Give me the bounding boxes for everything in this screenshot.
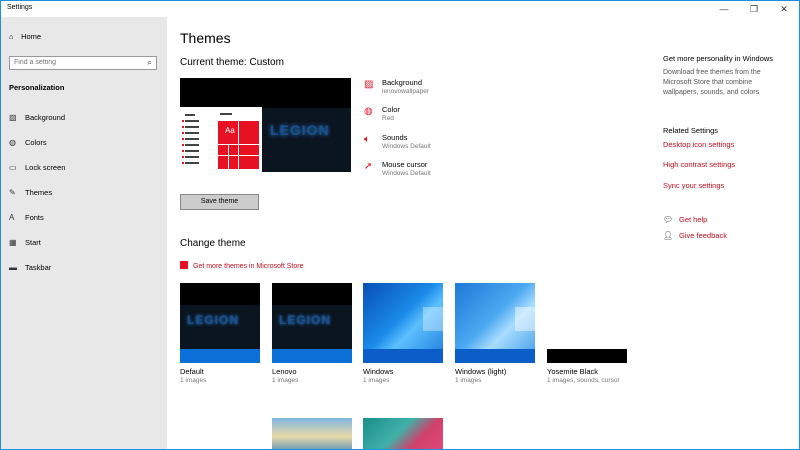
home-link[interactable]: ⌂ Home xyxy=(9,32,41,41)
home-icon: ⌂ xyxy=(9,32,14,41)
feedback-person-icon: 👤︎ xyxy=(663,231,674,240)
sidebar-item-label: Colors xyxy=(25,138,47,147)
get-help-link[interactable]: 💬︎ Get help xyxy=(663,215,707,224)
related-settings-title: Related Settings xyxy=(663,126,719,135)
search-box[interactable]: ⌕ xyxy=(9,56,157,70)
sidebar: ⌂ Home ⌕ Personalization ▨ Background ◍ Co… xyxy=(1,17,167,449)
theme-tile-lenovo[interactable]: LEGION Lenovo 1 images xyxy=(272,283,352,384)
give-feedback-label: Give feedback xyxy=(679,231,727,240)
preview-window: Aa xyxy=(180,107,262,172)
preview-tile-text: Aa xyxy=(225,126,235,135)
palette-icon: ◍ xyxy=(364,106,373,117)
picture-icon: ▨ xyxy=(9,113,17,122)
property-value: Red xyxy=(382,115,394,122)
maximize-button[interactable]: ❐ xyxy=(739,1,769,17)
theme-name: Windows xyxy=(363,367,394,376)
theme-name: Yosemite Black xyxy=(547,367,598,376)
save-theme-button[interactable]: Save theme xyxy=(180,194,259,210)
theme-thumbnail xyxy=(455,283,535,363)
theme-subtitle: 1 images xyxy=(455,377,482,384)
theme-subtitle: 1 images, sounds, cursor xyxy=(547,377,620,384)
sidebar-item-label: Start xyxy=(25,238,41,247)
sidebar-item-taskbar[interactable]: ▬ Taskbar xyxy=(9,263,51,272)
related-settings: Related Settings xyxy=(663,126,718,135)
help-chat-icon: 💬︎ xyxy=(663,215,674,224)
theme-subtitle: 1 images xyxy=(363,377,390,384)
property-value: lenovowallpaper xyxy=(382,88,429,95)
sidebar-item-themes[interactable]: ✎ Themes xyxy=(9,188,52,197)
sidebar-item-label: Background xyxy=(25,113,66,122)
search-icon[interactable]: ⌕ xyxy=(148,58,152,68)
section-title: Personalization xyxy=(9,83,65,92)
taskbar-icon: ▬ xyxy=(9,263,17,272)
property-title: Color xyxy=(382,105,400,114)
property-title: Mouse cursor xyxy=(382,160,428,169)
current-theme-heading: Current theme: Custom xyxy=(180,57,284,68)
store-link[interactable]: Get more themes in Microsoft Store xyxy=(180,261,303,270)
minimize-button[interactable]: — xyxy=(709,1,739,17)
property-value: Windows Default xyxy=(382,143,431,150)
theme-name: Default xyxy=(180,367,204,376)
theme-subtitle: 1 images xyxy=(180,377,207,384)
theme-preview: Aa LEGION xyxy=(180,78,351,172)
sidebar-item-background[interactable]: ▨ Background xyxy=(9,113,65,122)
sidebar-item-label: Lock screen xyxy=(25,163,66,172)
theme-tile-windows[interactable]: Windows 1 images xyxy=(363,283,443,384)
give-feedback-link[interactable]: 👤︎ Give feedback xyxy=(663,231,727,240)
change-theme-heading: Change theme xyxy=(180,238,246,249)
store-link-label: Get more themes in Microsoft Store xyxy=(193,263,304,270)
thumbnail-wallpaper-text: LEGION xyxy=(279,313,332,327)
theme-thumbnail: LEGION xyxy=(272,283,352,363)
theme-tile-partial[interactable] xyxy=(272,418,352,449)
home-label: Home xyxy=(21,32,42,41)
property-title: Sounds xyxy=(382,133,408,142)
property-title: Background xyxy=(382,78,423,87)
theme-subtitle: 1 images xyxy=(272,377,299,384)
theme-tile-windows-light[interactable]: Windows (light) 1 images xyxy=(455,283,535,384)
page-title: Themes xyxy=(180,30,231,46)
personality-description: Download free themes from the Microsoft … xyxy=(663,69,761,96)
theme-tile-yosemite-black[interactable]: Yosemite Black 1 images, sounds, cursor xyxy=(547,283,627,384)
sidebar-item-label: Fonts xyxy=(25,213,44,222)
sidebar-item-fonts[interactable]: A Fonts xyxy=(9,213,44,222)
window-title: Settings xyxy=(7,4,33,11)
sidebar-item-label: Taskbar xyxy=(25,263,52,272)
main-content: Themes Current theme: Custom Aa LEGION ▨… xyxy=(167,17,799,449)
palette-icon: ◍ xyxy=(9,138,16,147)
desktop-icon-settings-link[interactable]: Desktop icon settings xyxy=(663,140,734,149)
store-bag-icon xyxy=(180,261,188,269)
lock-screen-icon: ▭ xyxy=(9,163,17,172)
font-icon: A xyxy=(9,213,15,222)
title-bar: Settings — ❐ ✕ xyxy=(1,1,799,17)
sidebar-item-start[interactable]: ▦ Start xyxy=(9,238,41,247)
theme-tile-default[interactable]: LEGION Default 1 images xyxy=(180,283,260,384)
preview-wallpaper-text: LEGION xyxy=(270,122,330,138)
speaker-icon: 🔈︎ xyxy=(364,134,370,145)
close-button[interactable]: ✕ xyxy=(769,1,799,17)
theme-name: Windows (light) xyxy=(455,367,507,376)
theme-name: Lenovo xyxy=(272,367,297,376)
sidebar-item-label: Themes xyxy=(25,188,53,197)
high-contrast-settings-link[interactable]: High contrast settings xyxy=(663,160,735,169)
sidebar-item-lock-screen[interactable]: ▭ Lock screen xyxy=(9,163,65,172)
cursor-icon: ➚ xyxy=(364,161,373,172)
theme-tile-partial[interactable] xyxy=(363,418,443,449)
start-icon: ▦ xyxy=(9,238,17,247)
thumbnail-wallpaper-text: LEGION xyxy=(187,313,240,327)
sync-settings-link[interactable]: Sync your settings xyxy=(663,181,724,190)
get-help-label: Get help xyxy=(679,215,708,224)
personality-title: Get more personality in Windows xyxy=(663,54,774,63)
theme-thumbnail xyxy=(363,283,443,363)
property-value: Windows Default xyxy=(382,170,431,177)
brush-icon: ✎ xyxy=(9,188,16,197)
personality-panel: Get more personality in Windows Download… xyxy=(663,54,773,98)
sidebar-item-colors[interactable]: ◍ Colors xyxy=(9,138,47,147)
picture-icon: ▨ xyxy=(364,79,374,90)
search-input[interactable] xyxy=(14,59,134,66)
theme-thumbnail: LEGION xyxy=(180,283,260,363)
settings-window: Settings — ❐ ✕ ⌂ Home ⌕ Personalization … xyxy=(0,0,800,450)
theme-thumbnail xyxy=(547,283,627,363)
